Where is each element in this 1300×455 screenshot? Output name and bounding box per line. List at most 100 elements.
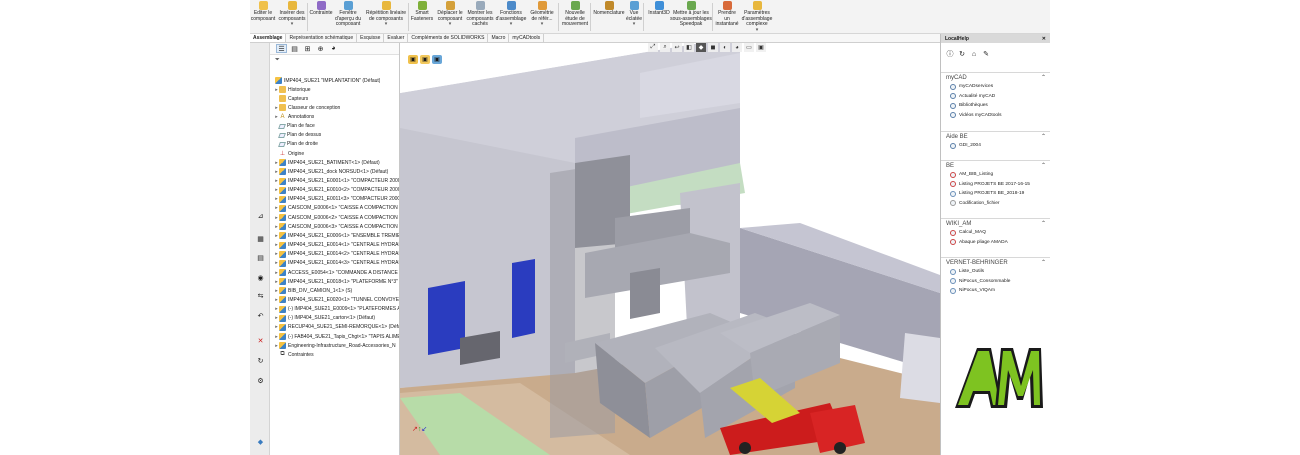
tree-item[interactable]: ▸ RECUP404_SUE21_SEMI-REMORQUE<1> (Défaut [270,323,399,332]
tree-item[interactable]: ▸ IMP404_SUE21_E0020<1> "TUNNEL CONVOYEUR [270,295,399,304]
linear-pattern-button[interactable]: Répétition linéaire de composants ▾ [365,1,407,33]
tree-item[interactable]: ▸ IMP404_SUE21_E0011<3> "COMPACTEUR 20005 [270,195,399,204]
task-pane-link[interactable]: NiPocus_Consommable [941,277,1050,287]
scene-icon[interactable]: ▭ [744,43,754,52]
graph-icon[interactable]: ▤ [256,255,265,263]
part-breadcrumb-icon[interactable]: ▣ [432,55,442,64]
tree-item[interactable]: ▸ IMP404_SUE21_dock NORSUD<1> (Défaut) [270,167,399,176]
tree-item[interactable]: ▸ IMP404_SUE21_BATIMENT<1> (Défaut) [270,158,399,167]
reference-geometry-button[interactable]: Géométrie de référ... ▾ [528,1,556,33]
tree-item[interactable]: ▸ IMP404_SUE21_E0014<2> "CENTRALE HYDRAUL [270,250,399,259]
configuration-manager-tab-icon[interactable]: ⊞ [302,44,313,53]
dropdown-caret-icon[interactable]: ▾ [449,22,452,27]
dropdown-caret-icon[interactable]: ▾ [510,22,513,27]
display-manager-tab-icon[interactable]: ◕ [328,44,339,53]
dropdown-caret-icon[interactable]: ▾ [291,22,294,27]
view-settings-icon[interactable]: ▣ [756,43,766,52]
section-view-icon[interactable]: ◧ [684,43,694,52]
tree-item[interactable]: ▸ CAISCOM_E0006<3> "CAISSE A COMPACTION [270,222,399,231]
help-icon[interactable]: ⓘ [946,50,954,58]
tree-item[interactable]: ▸ (-) IMP404_SUE21_E0009<1> "PLATEFORMES … [270,305,399,314]
motion-study-button[interactable]: Nouvelle étude de mouvement [560,1,590,33]
mirror-icon[interactable]: ⇆ [256,293,265,301]
rebuild-icon[interactable]: ↻ [256,358,265,366]
pattern-icon[interactable]: ◉ [256,275,265,283]
mate-button[interactable]: Contrainte [309,1,333,33]
component-preview-button[interactable]: Fenêtre d'aperçu du composant [335,1,361,33]
tab-macro[interactable]: Macro [488,34,510,42]
task-pane-link[interactable]: Abaque pliage AMADA [941,238,1050,248]
task-pane-link[interactable]: Liste_Outils [941,267,1050,277]
tree-item[interactable]: ▸ A Annotations [270,112,399,121]
speedpak-button[interactable]: Mettre à jour les sous-assemblages Speed… [670,1,712,33]
tree-item[interactable]: ▸ IMP404_SUE21_E0014<3> "CENTRALE HYDRAUL [270,259,399,268]
assembly-breadcrumb-icon[interactable]: ▣ [408,55,418,64]
section-header[interactable]: myCAD ⌃ [941,72,1050,82]
edit-component-button[interactable]: Editer le composant [251,1,275,33]
section-header[interactable]: WIKI_AM ⌃ [941,218,1050,228]
filter-icon[interactable]: ⏷ [275,57,280,64]
task-pane-link[interactable]: Vidéos myCADtools [941,111,1050,121]
tree-item[interactable]: Plan de face [270,122,399,131]
task-pane-link[interactable]: Calcul_MAQ [941,228,1050,238]
tree-item[interactable]: ▸ Classeur de conception [270,103,399,112]
tree-item[interactable]: ▸ (-) IMP404_SUE21_carton<1> (Défaut) [270,314,399,323]
snapshot-button[interactable]: Prendre un instantané [715,1,739,33]
dropdown-caret-icon[interactable]: ▾ [385,22,388,27]
tree-item[interactable]: ▸ IMP404_SUE21_E0001<1> "COMPACTEUR 20005 [270,177,399,186]
task-pane-link[interactable]: Actualité myCAD [941,92,1050,102]
tree-item[interactable]: ▸ Engineering-Infrastructure_Road-Accesso… [270,341,399,350]
tree-item[interactable]: ▸ (-) FAB404_SUE21_Tapis_Chgt<1> "TAPIS A… [270,332,399,341]
zoom-fit-icon[interactable]: ⤢ [648,43,658,52]
dropdown-caret-icon[interactable]: ▾ [756,27,759,32]
tree-item[interactable]: ▸ Historique [270,85,399,94]
task-pane-link[interactable]: Codification_fichier [941,199,1050,209]
reference-icon[interactable]: ▦ [256,236,265,244]
tab-assemblage[interactable]: Assemblage [250,34,287,42]
view-orientation-icon[interactable]: ◆ [696,43,706,52]
tab-compl-ments-de-solidworks[interactable]: Compléments de SOLIDWORKS [408,34,489,42]
new-document-icon[interactable]: ✎ [982,50,990,58]
tree-item[interactable]: ▸ IMP404_SUE21_E0006<1> "ENSEMBLE TREMIE" [270,231,399,240]
show-hidden-button[interactable]: Montrer les composants cachés [466,1,494,33]
tree-item[interactable]: ⧉ Contraintes [270,350,399,359]
tree-item[interactable]: ▸ ACCESS_E0054<1> "COMMANDE A DISTANCE - [270,268,399,277]
tree-item[interactable]: Plan de droite [270,140,399,149]
collapse-icon[interactable]: ⌃ [1041,162,1046,169]
dropdown-caret-icon[interactable]: ▾ [541,22,544,27]
previous-view-icon[interactable]: ↩ [672,43,682,52]
graphics-area[interactable]: ▣ ▣ ▣ ⤢ ⌕ ↩ ◧ ◆ ◼ ◐ ◕ ▭ ▣ ↗↑↙ [400,43,940,455]
tree-item[interactable]: ▸ IMP404_SUE21_E0010<2> "COMPACTEUR 20005 [270,186,399,195]
smart-dimension-icon[interactable]: ⊿ [256,213,265,221]
close-icon[interactable]: ✕ [1042,36,1046,42]
home-icon[interactable]: ⌂ [970,50,978,58]
options-icon[interactable]: ⚙ [256,378,265,386]
tree-item[interactable]: Capteurs [270,94,399,103]
collapse-icon[interactable]: ⌃ [1041,220,1046,227]
display-style-icon[interactable]: ◼ [708,43,718,52]
collapse-icon[interactable]: ⌃ [1041,259,1046,266]
feature-tree-tab-icon[interactable]: ☰ [276,44,287,53]
task-pane-link[interactable]: GDI_2004 [941,141,1050,151]
smart-fasteners-button[interactable]: Smart Fasteners [410,1,434,33]
task-pane-link[interactable]: Bibliothèques [941,101,1050,111]
property-manager-tab-icon[interactable]: ▤ [289,44,300,53]
edit-appearance-icon[interactable]: ◕ [732,43,742,52]
task-pane-link[interactable]: Listing PROJETS BE 2017-16-15 [941,180,1050,190]
3d-model-view[interactable] [400,43,940,455]
cancel-icon[interactable]: ✕ [256,338,265,346]
subassembly-breadcrumb-icon[interactable]: ▣ [420,55,430,64]
section-header[interactable]: VERNET-BEHRINGER ⌃ [941,257,1050,267]
task-pane-link[interactable]: NiPocus_VIQAm [941,286,1050,296]
dropdown-caret-icon[interactable]: ▾ [633,22,636,27]
hide-show-icon[interactable]: ◐ [720,43,730,52]
zoom-area-icon[interactable]: ⌕ [660,43,670,52]
undo-icon[interactable]: ↶ [256,313,265,321]
tab-evaluer[interactable]: Evaluer [384,34,409,42]
section-header[interactable]: BE ⌃ [941,160,1050,170]
collapse-icon[interactable]: ⌃ [1041,74,1046,81]
tree-item[interactable]: ⊥ Origine [270,149,399,158]
insert-components-button[interactable]: Insérer des composants ▾ [277,1,307,33]
tree-item[interactable]: ▸ IMP404_SUE21_E0018<1> "PLATEFORME N°3" … [270,277,399,286]
section-header[interactable]: Aide BE ⌃ [941,131,1050,141]
